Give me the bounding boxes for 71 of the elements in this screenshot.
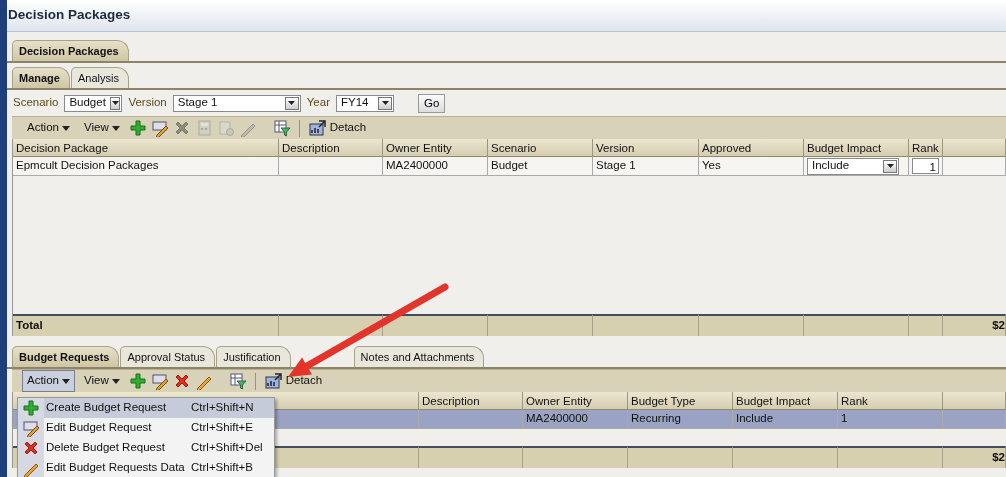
- caret-icon: [111, 378, 120, 384]
- edit-icon[interactable]: [22, 419, 40, 437]
- plus-icon[interactable]: [22, 399, 40, 417]
- menu-button[interactable]: View: [78, 370, 125, 392]
- tab[interactable]: Justification: [216, 346, 291, 367]
- column-header: Budget Impact: [804, 139, 909, 157]
- field-label: Year: [306, 95, 330, 111]
- column-header: Rank: [838, 392, 943, 410]
- menu-button[interactable]: Action: [22, 117, 75, 139]
- menu-item[interactable]: Delete Budget Request Ctrl+Shift+Del: [18, 438, 274, 458]
- tab[interactable]: Analysis: [70, 67, 129, 88]
- detach-icon[interactable]: [307, 119, 326, 137]
- rank-input[interactable]: 1: [912, 158, 939, 174]
- table-cell: Stage 1: [593, 157, 699, 176]
- menu-item[interactable]: Edit Budget Request Ctrl+Shift+E: [18, 418, 274, 438]
- column-header: Scenario: [488, 139, 593, 157]
- caret-icon: [61, 125, 70, 131]
- column-header: [943, 392, 1006, 410]
- table-cell: MA2400000: [383, 157, 488, 176]
- column-header: Rank: [909, 139, 943, 157]
- total-amount: $2: [943, 314, 1006, 336]
- column-header: Description: [279, 139, 383, 157]
- table-cell: [943, 410, 1006, 429]
- table-cell: Yes: [699, 157, 804, 176]
- select-field[interactable]: Budget: [64, 94, 123, 112]
- tab[interactable]: Notes and Attachments: [353, 346, 485, 367]
- select-field[interactable]: Stage 1: [172, 94, 301, 112]
- column-header: Budget Type: [628, 392, 733, 410]
- table-cell: 1: [838, 410, 943, 429]
- tab[interactable]: Approval Status: [120, 346, 216, 367]
- menu-button[interactable]: View: [78, 117, 125, 139]
- tab[interactable]: Budget Requests: [12, 346, 120, 367]
- column-header: Version: [593, 139, 699, 157]
- column-header: [943, 139, 1006, 157]
- field-label: Scenario: [13, 95, 59, 111]
- tab[interactable]: Manage: [12, 67, 70, 88]
- column-header: Decision Package: [13, 139, 279, 157]
- field-label: Version: [128, 95, 167, 111]
- detach-icon[interactable]: [263, 372, 282, 390]
- menu-item[interactable]: Edit Budget Requests Data Ctrl+Shift+B: [18, 458, 274, 477]
- table-filter-icon[interactable]: [272, 119, 291, 137]
- column-header: Description: [419, 392, 523, 410]
- tab[interactable]: Decision Packages: [12, 40, 129, 61]
- column-header: Approved: [699, 139, 804, 157]
- table-cell: MA2400000: [523, 410, 628, 429]
- edit-icon[interactable]: [150, 119, 169, 137]
- delete-icon[interactable]: [22, 439, 40, 457]
- menu-button[interactable]: Action: [22, 370, 75, 392]
- plus-icon[interactable]: [128, 372, 147, 390]
- plus-icon[interactable]: [128, 119, 147, 137]
- select-field[interactable]: FY14: [336, 94, 394, 112]
- window-title: Decision Packages: [7, 0, 1006, 32]
- table-cell: Budget: [488, 157, 593, 176]
- table-cell: Epmcult Decision Packages: [13, 157, 279, 176]
- table-cell: Include: [733, 410, 838, 429]
- detach-button[interactable]: Detach: [285, 372, 323, 390]
- detach-button[interactable]: Detach: [329, 119, 367, 137]
- total-cell: [909, 314, 943, 336]
- column-header: Owner Entity: [523, 392, 628, 410]
- caret-icon: [61, 378, 70, 384]
- total-label: Total: [13, 314, 279, 336]
- table-filter-icon[interactable]: [228, 372, 247, 390]
- total-amount: $2: [943, 446, 1006, 468]
- select-field[interactable]: Include: [807, 157, 899, 175]
- table-cell: Recurring: [628, 410, 733, 429]
- column-header: Owner Entity: [383, 139, 488, 157]
- go-button[interactable]: Go: [418, 93, 446, 113]
- caret-icon: [111, 125, 120, 131]
- edit-icon[interactable]: [150, 372, 169, 390]
- menu-item[interactable]: Create Budget Request Ctrl+Shift+N: [18, 398, 274, 418]
- column-header: Budget Impact: [733, 392, 838, 410]
